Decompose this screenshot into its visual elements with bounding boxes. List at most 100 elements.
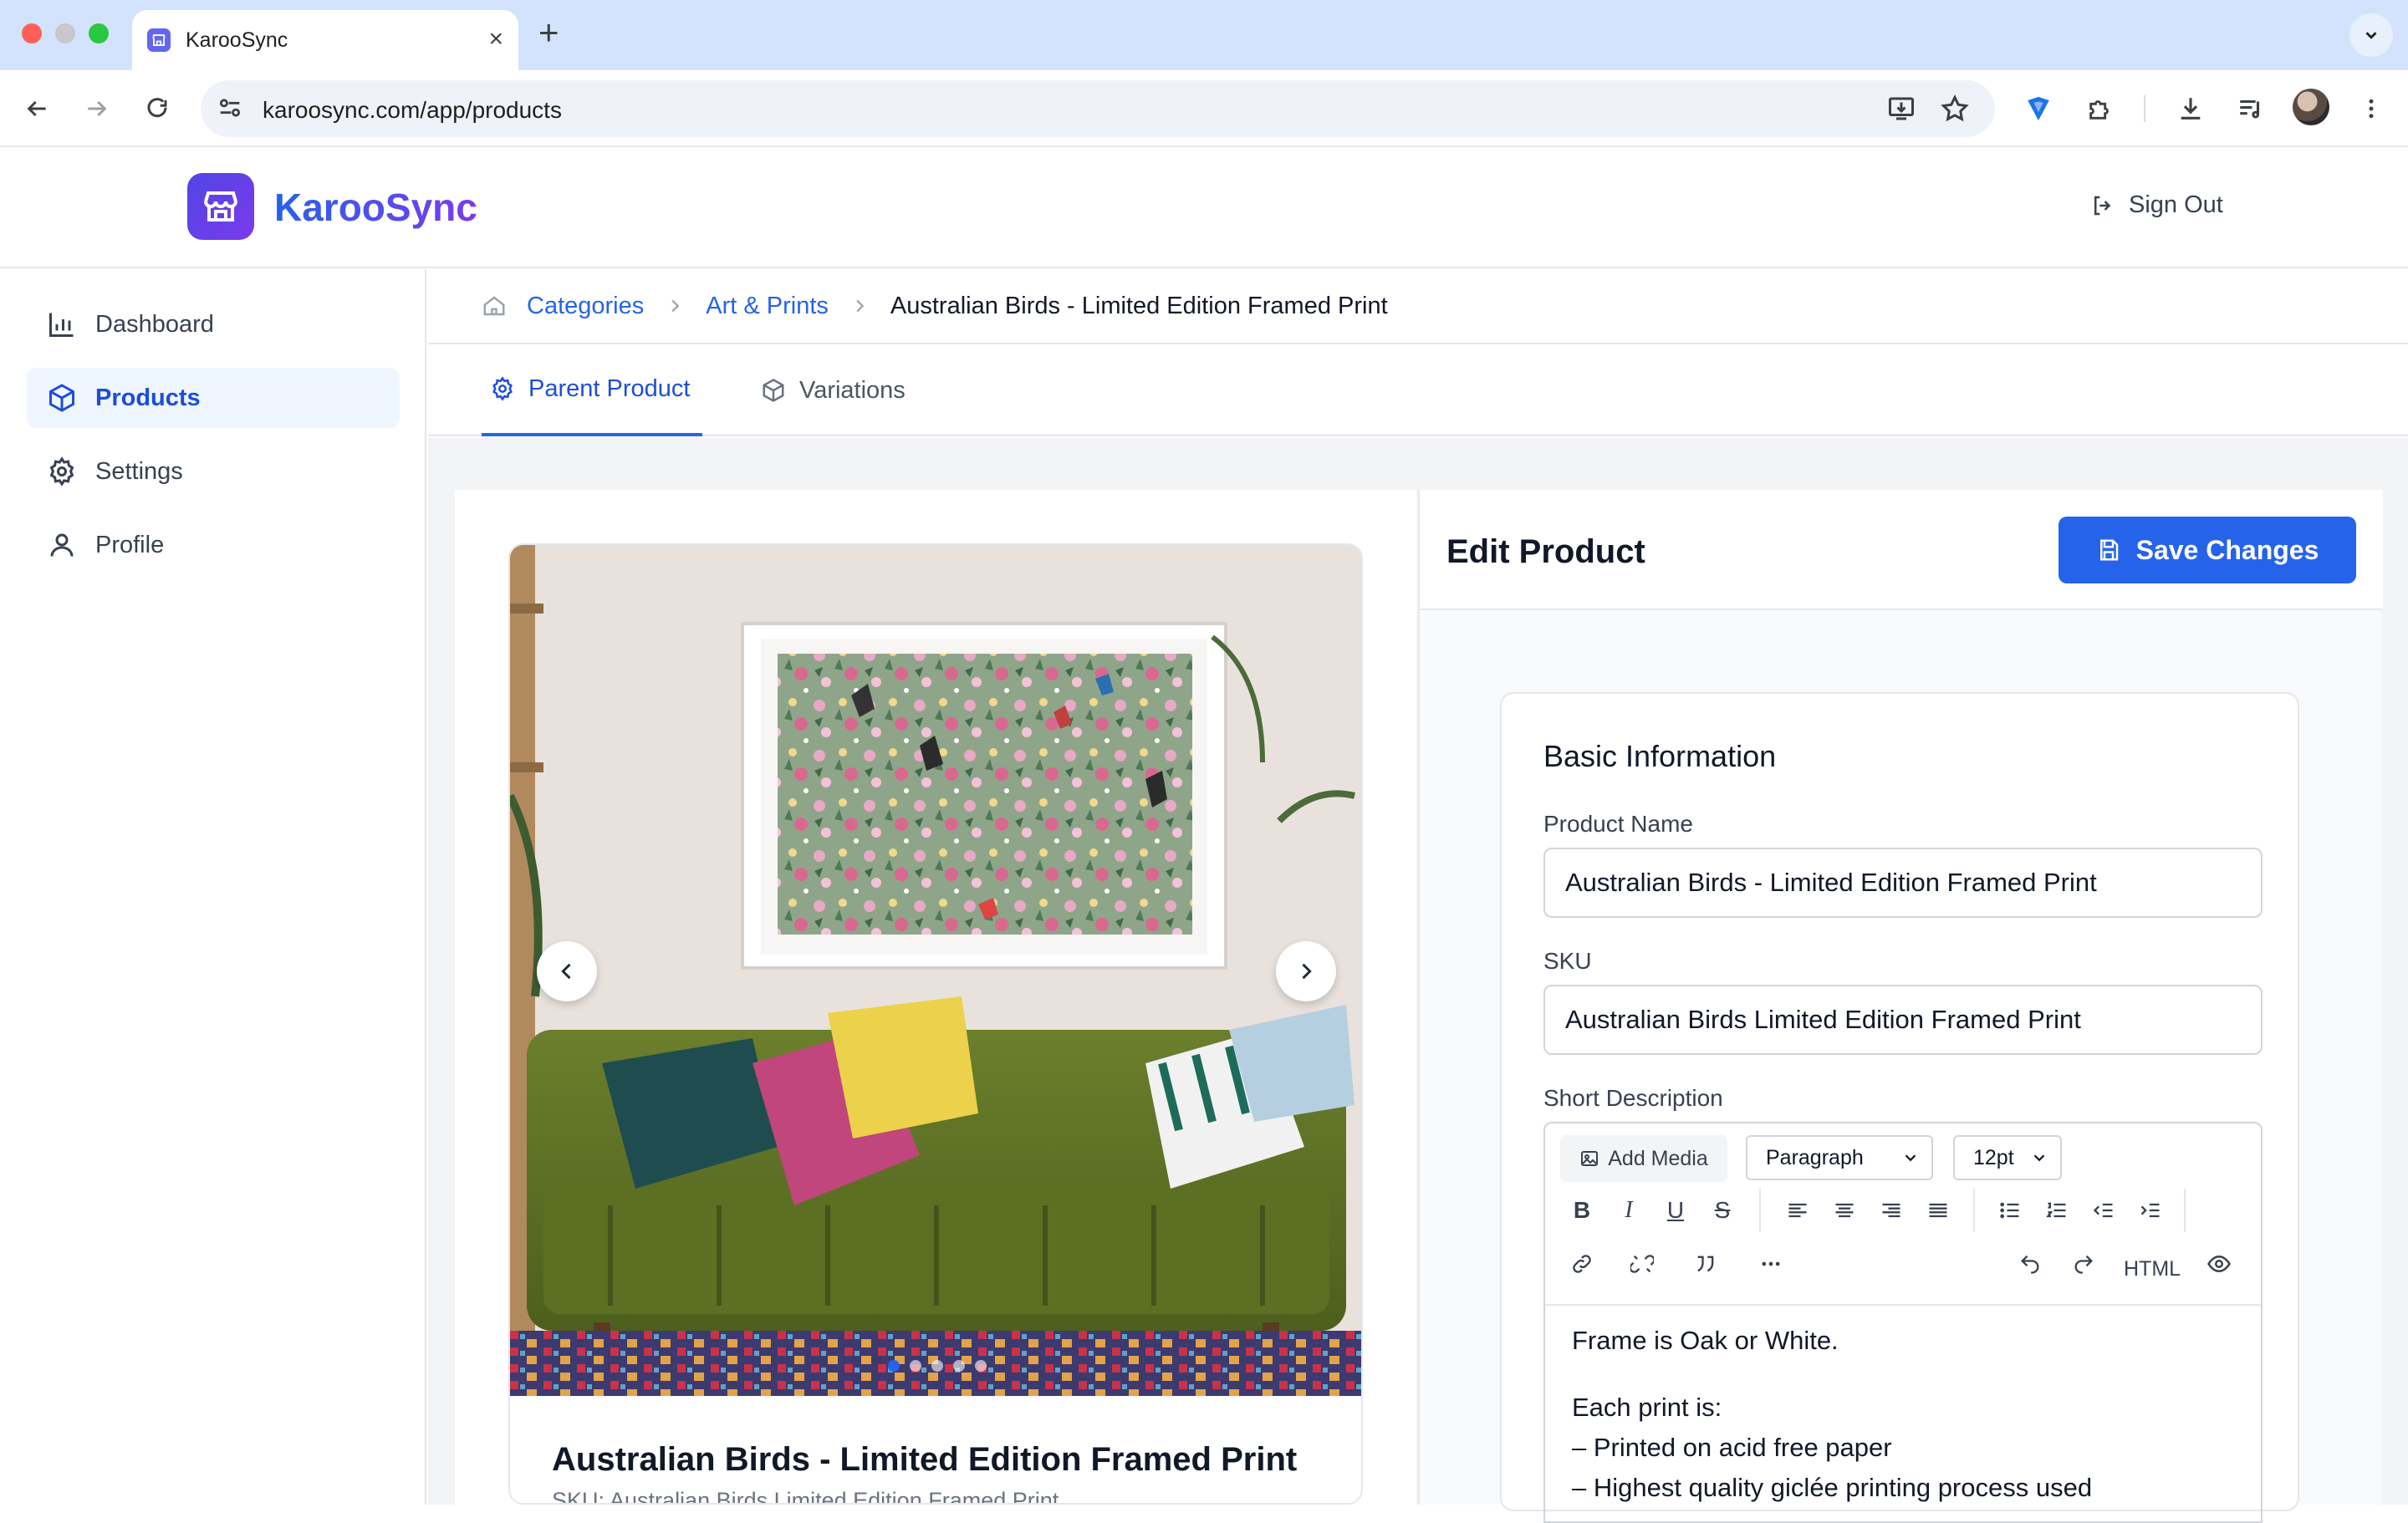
font-size-select-value: 12pt bbox=[1973, 1145, 2014, 1169]
redo-icon[interactable] bbox=[2067, 1247, 2100, 1281]
italic-icon[interactable]: I bbox=[1612, 1194, 1645, 1227]
carousel-dot[interactable] bbox=[953, 1360, 965, 1372]
sidebar-item-label: Settings bbox=[95, 457, 183, 485]
store-logo-icon[interactable] bbox=[187, 173, 254, 240]
chevron-right-icon bbox=[1302, 963, 1312, 980]
new-tab-icon[interactable]: + bbox=[538, 15, 559, 50]
reload-icon[interactable] bbox=[137, 89, 177, 129]
outdent-icon[interactable] bbox=[2087, 1194, 2120, 1227]
address-bar[interactable]: karoosync.com/app/products bbox=[201, 80, 1995, 137]
browser-tab[interactable]: KarooSync × bbox=[132, 10, 518, 70]
strikethrough-icon[interactable]: S bbox=[1706, 1194, 1739, 1227]
forward-icon[interactable] bbox=[77, 89, 117, 129]
maximize-window-button[interactable] bbox=[89, 23, 109, 43]
sidebar-item-profile[interactable]: Profile bbox=[27, 515, 400, 575]
profile-avatar[interactable] bbox=[2293, 89, 2329, 125]
carousel-dot[interactable] bbox=[975, 1360, 987, 1372]
product-name-input[interactable]: Australian Birds - Limited Edition Frame… bbox=[1543, 848, 2263, 918]
app-logo-text[interactable]: KarooSync bbox=[274, 185, 477, 230]
browser-tab-bar: KarooSync × + bbox=[0, 0, 2408, 70]
favicon-icon bbox=[147, 28, 171, 52]
product-tabs: Parent Product Variations bbox=[428, 344, 2408, 436]
preview-product-sku: SKU: Australian Birds Limited Edition Fr… bbox=[552, 1488, 1059, 1505]
url-text: karoosync.com/app/products bbox=[263, 97, 562, 123]
sku-input[interactable]: Australian Birds Limited Edition Framed … bbox=[1543, 985, 2263, 1055]
align-right-icon[interactable] bbox=[1875, 1194, 1908, 1227]
downloads-icon[interactable] bbox=[2172, 90, 2209, 127]
tab-search-icon[interactable] bbox=[2349, 13, 2393, 57]
browser-toolbar: karoosync.com/app/products bbox=[0, 70, 2408, 147]
numbered-list-icon[interactable] bbox=[2040, 1194, 2074, 1227]
bookmark-star-icon[interactable] bbox=[1940, 94, 1970, 124]
chevron-down-icon bbox=[1905, 1154, 1916, 1162]
tab-parent-product[interactable]: Parent Product bbox=[482, 344, 702, 436]
edit-panel: Edit Product Save Changes Basic Informat… bbox=[1418, 490, 2383, 1523]
carousel-dot[interactable] bbox=[910, 1360, 921, 1372]
carousel-next-button[interactable] bbox=[1276, 941, 1336, 1001]
sku-label: SKU bbox=[1543, 948, 1592, 974]
more-options-icon[interactable] bbox=[1754, 1247, 1788, 1281]
sidebar-item-label: Dashboard bbox=[95, 310, 214, 338]
align-justify-icon[interactable] bbox=[1921, 1194, 1955, 1227]
format-select-value: Paragraph bbox=[1766, 1145, 1864, 1169]
toolbar-separator bbox=[1973, 1189, 1975, 1232]
font-size-select[interactable]: 12pt bbox=[1953, 1135, 2062, 1180]
sidebar-item-dashboard[interactable]: Dashboard bbox=[27, 294, 400, 354]
back-icon[interactable] bbox=[17, 89, 57, 129]
app-header: KarooSync Sign Out bbox=[0, 148, 2408, 268]
extensions-puzzle-icon[interactable] bbox=[2082, 90, 2119, 127]
tab-title: KarooSync bbox=[186, 28, 288, 52]
gear-icon bbox=[49, 456, 74, 486]
undo-icon[interactable] bbox=[2013, 1247, 2047, 1281]
carousel-dot[interactable] bbox=[888, 1360, 900, 1372]
site-info-icon[interactable] bbox=[216, 94, 244, 122]
align-left-icon[interactable] bbox=[1781, 1194, 1814, 1227]
editor-toolbar: Add Media Paragraph 12pt B I U S HTML bbox=[1545, 1123, 2261, 1306]
carousel-prev-button[interactable] bbox=[537, 941, 597, 1001]
gear-icon bbox=[492, 376, 513, 401]
editor-list-line: – Highest quality giclée printing proces… bbox=[1572, 1473, 2093, 1502]
short-description-editor: Add Media Paragraph 12pt B I U S HTML Fr… bbox=[1543, 1122, 2263, 1523]
sidebar-item-label: Products bbox=[95, 384, 201, 411]
sign-out-button[interactable]: Sign Out bbox=[2090, 191, 2223, 219]
bar-chart-icon bbox=[49, 313, 74, 337]
unlink-icon[interactable] bbox=[1625, 1247, 1659, 1281]
breadcrumb-link-categories[interactable]: Categories bbox=[527, 293, 644, 320]
editor-content[interactable]: Frame is Oak or White. Each print is: – … bbox=[1572, 1321, 2092, 1508]
bold-icon[interactable]: B bbox=[1565, 1194, 1599, 1227]
sidebar-item-settings[interactable]: Settings bbox=[27, 441, 400, 502]
sidebar-item-products[interactable]: Products bbox=[27, 368, 400, 428]
media-controls-icon[interactable] bbox=[2232, 90, 2269, 127]
user-icon bbox=[50, 533, 74, 557]
html-view-button[interactable]: HTML bbox=[2124, 1257, 2181, 1281]
chevron-right-icon bbox=[666, 297, 684, 315]
save-icon bbox=[2099, 539, 2118, 561]
tab-label: Parent Product bbox=[528, 374, 691, 402]
home-icon[interactable] bbox=[482, 293, 507, 318]
align-center-icon[interactable] bbox=[1828, 1194, 1861, 1227]
add-media-button[interactable]: Add Media bbox=[1560, 1135, 1727, 1182]
minimize-window-button[interactable] bbox=[55, 23, 75, 43]
indent-icon[interactable] bbox=[2134, 1194, 2167, 1227]
close-window-button[interactable] bbox=[22, 23, 42, 43]
format-select[interactable]: Paragraph bbox=[1746, 1135, 1933, 1180]
chrome-menu-icon[interactable] bbox=[2353, 90, 2390, 127]
sign-out-icon bbox=[2094, 196, 2111, 215]
preview-eye-icon[interactable] bbox=[2202, 1247, 2236, 1281]
cube-icon bbox=[763, 379, 784, 402]
tab-variations[interactable]: Variations bbox=[761, 344, 906, 436]
carousel-dot[interactable] bbox=[931, 1360, 943, 1372]
save-changes-label: Save Changes bbox=[2135, 534, 2319, 565]
editor-paragraph: Each print is: bbox=[1572, 1393, 1722, 1422]
breadcrumb-link-art-prints[interactable]: Art & Prints bbox=[706, 293, 829, 320]
extension-shield-icon[interactable] bbox=[2020, 90, 2057, 127]
breadcrumb-current: Australian Birds - Limited Edition Frame… bbox=[890, 292, 1388, 319]
bullet-list-icon[interactable] bbox=[1993, 1194, 2027, 1227]
link-icon[interactable] bbox=[1565, 1247, 1599, 1281]
save-changes-button[interactable]: Save Changes bbox=[2059, 517, 2356, 583]
blockquote-icon[interactable] bbox=[1689, 1247, 1722, 1281]
tab-close-icon[interactable]: × bbox=[488, 27, 503, 52]
product-name-label: Product Name bbox=[1543, 811, 1693, 837]
underline-icon[interactable]: U bbox=[1659, 1194, 1692, 1227]
install-app-icon[interactable] bbox=[1886, 94, 1916, 124]
